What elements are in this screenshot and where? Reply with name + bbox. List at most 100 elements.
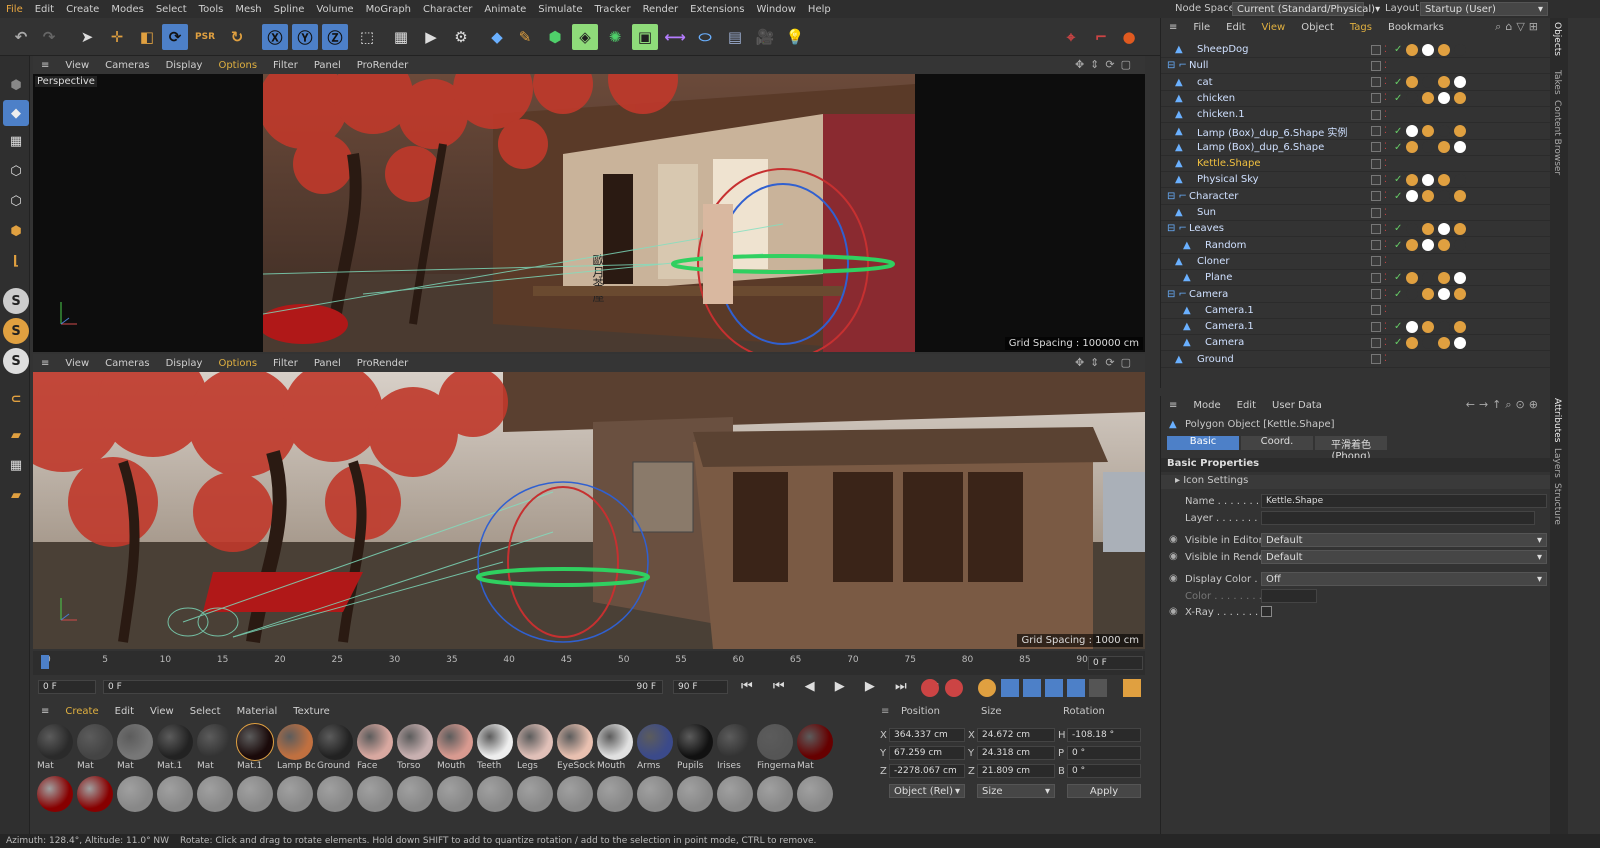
object-tag-icon[interactable] [1406,288,1418,300]
object-tag-icon[interactable] [1422,222,1434,235]
material-swatch[interactable] [237,776,273,812]
enabled-check-icon[interactable]: ✓ [1394,223,1402,234]
material-swatch[interactable] [317,776,353,812]
menu-simulate[interactable]: Simulate [532,4,588,15]
object-tag-icon[interactable] [1438,43,1450,56]
end-frame-field[interactable]: 90 F [673,680,728,694]
object-tag-icon[interactable] [1438,222,1450,235]
object-row[interactable]: ⊟ ⌐ Null ⁚ [1161,58,1551,75]
snap-s-icon[interactable]: S [3,288,29,314]
side-tab-takes[interactable]: Takes [1552,70,1562,95]
cloner-icon[interactable]: ✺ [602,24,628,50]
extrude-icon[interactable]: ◈ [572,24,598,50]
floor-icon[interactable]: ▤ [722,24,748,50]
menu-render[interactable]: Render [637,4,685,15]
material-swatch[interactable] [637,776,673,812]
menu-spline[interactable]: Spline [268,4,311,15]
visibility-dots-icon[interactable]: ⁚ [1384,110,1387,120]
tab-coord[interactable]: Coord. [1241,436,1313,450]
vp2-menu-view[interactable]: View [57,358,97,369]
menu-file[interactable]: File [0,4,29,15]
object-tag-icon[interactable] [1422,271,1434,284]
material-swatch[interactable] [477,776,513,812]
material-swatch[interactable] [397,776,433,812]
material-swatch[interactable] [357,776,393,812]
object-row[interactable]: ▲ Cloner ⁚ [1161,254,1551,270]
mat-menu-view[interactable]: View [142,706,182,717]
menu-modes[interactable]: Modes [105,4,149,15]
apply-button[interactable]: Apply [1067,784,1141,798]
hamburger-icon[interactable]: ≡ [33,60,57,71]
object-tag-icon[interactable] [1454,190,1466,203]
object-row[interactable]: ▲ Physical Sky ⁚ ✓ [1161,172,1551,189]
vp2-menu-options[interactable]: Options [210,358,265,369]
material-swatch[interactable] [236,723,274,761]
material-swatch[interactable] [117,724,153,760]
radio-icon[interactable]: ◉ [1169,573,1178,584]
object-tag-icon[interactable] [1454,173,1466,186]
autokey-icon[interactable] [945,679,963,697]
side-tab-attributes[interactable]: Attributes [1552,398,1562,442]
object-tag-icon[interactable] [1422,173,1434,186]
material-swatch[interactable] [717,776,753,812]
visibility-dots-icon[interactable]: ⁚ [1384,289,1387,299]
mat-menu-edit[interactable]: Edit [107,706,142,717]
menu-tools[interactable]: Tools [193,4,230,15]
material-swatch[interactable] [437,776,473,812]
material-swatch[interactable] [197,724,233,760]
vp2-menu-filter[interactable]: Filter [265,358,306,369]
visibility-dots-icon[interactable]: ⁚ [1384,45,1387,55]
material-swatch[interactable] [77,776,113,812]
layer-checkbox[interactable] [1371,337,1381,348]
model-mode-icon[interactable]: ⬢ [3,72,29,98]
edges-mode-icon[interactable]: ⬡ [3,188,29,214]
size-mode-select[interactable]: Size ▾ [977,784,1055,798]
frame-range-slider[interactable]: 0 F 90 F [103,680,663,694]
object-row[interactable]: ▲ Ground ⁚ [1161,352,1551,368]
layer-checkbox[interactable] [1371,272,1381,283]
material-swatch[interactable] [757,776,793,812]
object-tag-icon[interactable] [1454,125,1466,137]
enabled-check-icon[interactable]: ✓ [1394,191,1402,202]
visibility-dots-icon[interactable]: ⁚ [1384,322,1387,332]
coord-mode-select[interactable]: Object (Rel) ▾ [889,784,965,798]
vp-menu-filter[interactable]: Filter [265,60,306,71]
subdivision-icon[interactable]: ⬢ [542,24,568,50]
object-tag-icon[interactable] [1422,125,1434,137]
object-tag-icon[interactable] [1438,190,1450,203]
obj-menu-view[interactable]: View [1254,22,1294,33]
layer-field[interactable] [1261,511,1535,525]
visibility-dots-icon[interactable]: ⁚ [1384,208,1387,218]
visibility-dots-icon[interactable]: ⁚ [1384,338,1387,348]
playback-controls[interactable]: ⏮ ⏮ ◀ ▶ ▶ ⏭ ⏭ [741,679,947,694]
keyframe-selection-icon[interactable] [978,679,996,697]
tab-basic[interactable]: Basic [1167,436,1239,450]
object-tag-icon[interactable] [1454,43,1466,56]
material-swatch[interactable] [277,776,313,812]
object-row[interactable]: ▲ Camera.1 ⁚ [1161,303,1551,319]
snap-icon[interactable]: ⌖ [1058,24,1084,50]
layer-checkbox[interactable] [1371,256,1381,267]
menu-animate[interactable]: Animate [478,4,532,15]
obj-menu-tags[interactable]: Tags [1342,22,1380,33]
obj-menu-edit[interactable]: Edit [1218,22,1253,33]
layer-checkbox[interactable] [1371,109,1381,120]
material-swatch[interactable] [677,776,713,812]
object-tag-icon[interactable] [1406,239,1418,252]
name-field[interactable]: Kettle.Shape [1261,494,1547,508]
magnet-icon[interactable]: ⊂ [3,386,29,412]
side-tab-structure[interactable]: Structure [1552,483,1562,525]
position-z-field[interactable]: -2278.067 cm [889,764,965,778]
cube-icon[interactable]: ◆ [484,24,510,50]
material-swatch[interactable] [197,776,233,812]
object-tag-icon[interactable] [1406,141,1418,154]
object-tag-icon[interactable] [1406,92,1418,105]
menu-window[interactable]: Window [750,4,801,15]
object-tag-icon[interactable] [1454,92,1466,105]
menu-select[interactable]: Select [150,4,193,15]
visibility-dots-icon[interactable]: ⁚ [1384,175,1387,185]
obj-menu-object[interactable]: Object [1293,22,1342,33]
object-tag-icon[interactable] [1438,173,1450,186]
rotation-p-field[interactable]: 0 ° [1067,746,1141,760]
scale-icon[interactable]: ◧ [134,24,160,50]
